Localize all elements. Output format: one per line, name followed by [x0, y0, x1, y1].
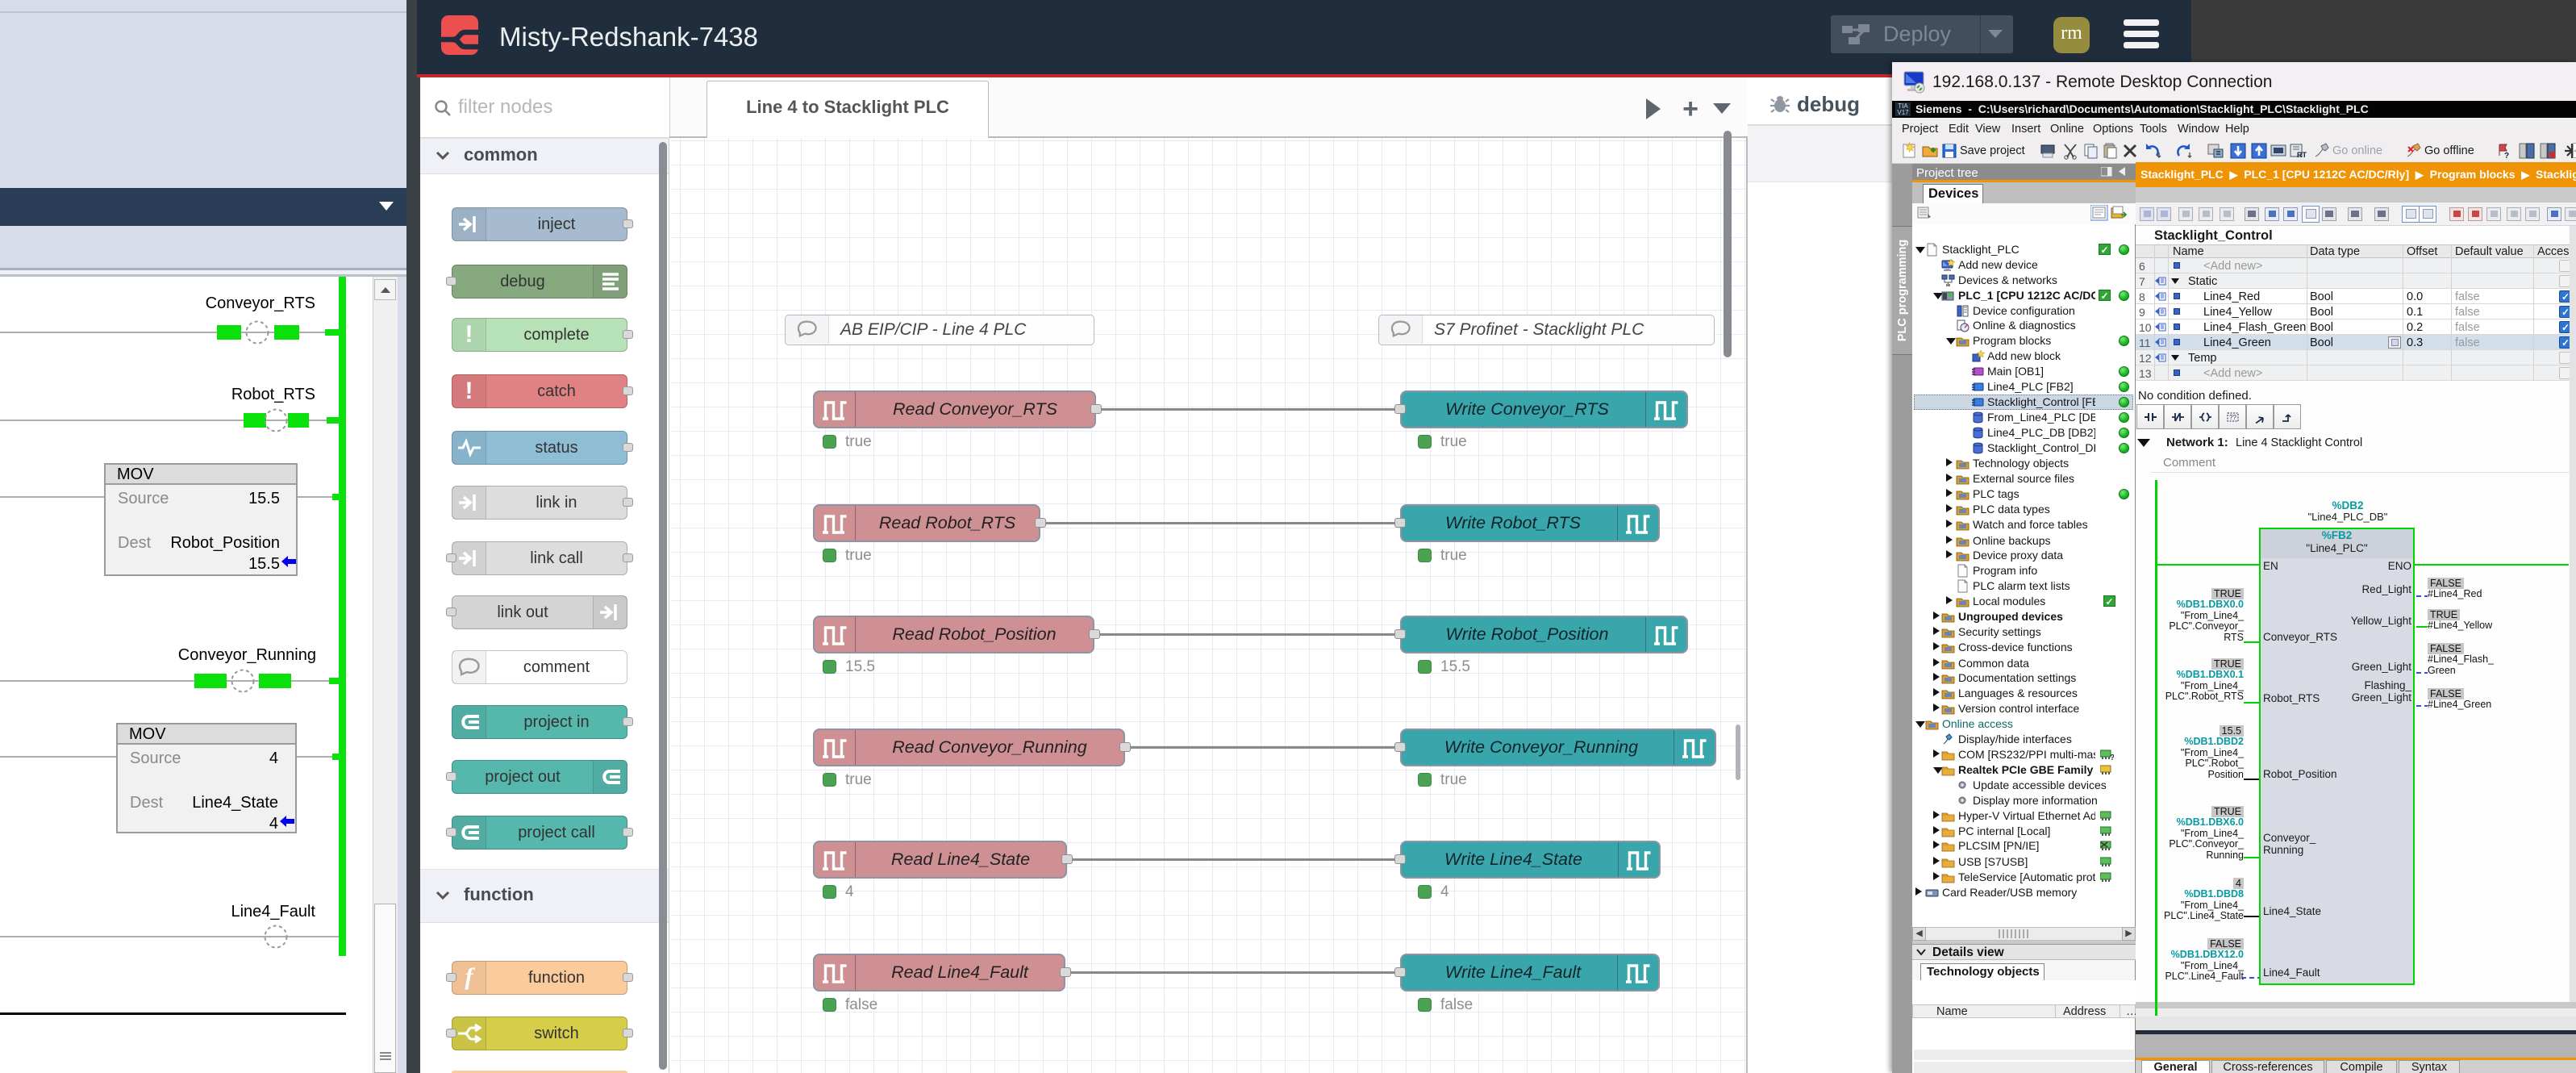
svg-text:RT: RT — [2297, 151, 2307, 159]
svg-text:??: ?? — [2229, 414, 2236, 421]
svg-text:?: ? — [2504, 152, 2509, 160]
